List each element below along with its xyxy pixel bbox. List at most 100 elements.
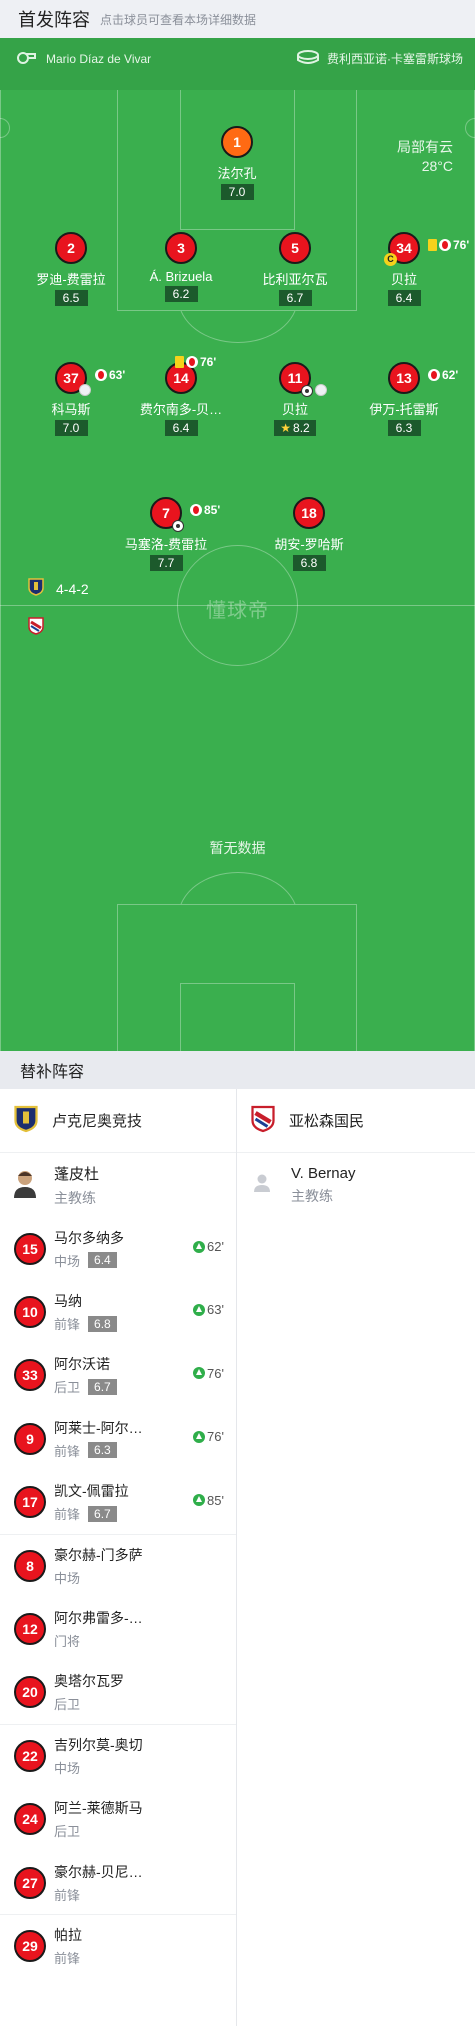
sub-rating: 6.8 <box>88 1315 117 1332</box>
sub-player-24[interactable]: 24 阿兰-莱德斯马 后卫 <box>0 1788 236 1851</box>
player-rating: 6.4 <box>164 420 198 436</box>
player-34[interactable]: 34 C 76' 贝拉 6.4 <box>339 232 469 307</box>
player-name: Á. Brizuela <box>149 269 213 284</box>
player-rating: 8.2 <box>293 421 310 435</box>
sub-name: 吉列尔莫-奥切 <box>54 1737 143 1754</box>
star-icon: ★ <box>280 421 292 435</box>
sub-player-15[interactable]: 15 马尔多纳多 中场 6.4 62' <box>0 1217 236 1280</box>
sub-player-22[interactable]: 22 吉列尔莫-奥切 中场 <box>0 1724 236 1787</box>
sub-position: 中场 <box>54 1571 81 1587</box>
sub-player-33[interactable]: 33 阿尔沃诺 后卫 6.7 76' <box>0 1344 236 1407</box>
sub-player-9[interactable]: 9 阿莱士-阿尔… 前锋 6.3 76' <box>0 1407 236 1470</box>
home-team-name: 卢克尼奥竞技 <box>52 1113 143 1130</box>
sub-position: 后卫 <box>54 1697 81 1713</box>
player-14[interactable]: 14 76' 费尔南多-贝… 6.4 <box>116 355 246 437</box>
player-3[interactable]: 3 Á. Brizuela 6.2 <box>116 232 246 303</box>
coach-avatar <box>14 1168 36 1203</box>
player-name: 贝拉 <box>390 272 417 287</box>
player-number-wrap: 7 85' <box>150 497 220 532</box>
sub-player-10[interactable]: 10 马纳 前锋 6.8 63' <box>0 1280 236 1343</box>
player-13[interactable]: 13 62' 伊万-托雷斯 6.3 <box>339 362 469 437</box>
sub-number: 17 <box>14 1486 46 1519</box>
sub-in-minute: 63' <box>193 1302 224 1317</box>
player-1[interactable]: 1 法尔孔 7.0 <box>172 126 302 201</box>
sub-number: 8 <box>14 1550 46 1583</box>
sub-minute-text: 62' <box>207 1239 224 1254</box>
away-team-row[interactable]: 亚松森国民 <box>237 1089 475 1153</box>
player-18[interactable]: 18 胡安-罗哈斯 6.8 <box>244 497 374 572</box>
away-coach[interactable]: V. Bernay 主教练 <box>237 1153 475 1217</box>
sub-name: 马纳 <box>54 1293 82 1310</box>
player-event: 62' <box>428 361 458 389</box>
default-avatar-icon <box>251 1172 273 1199</box>
bottom-goal-box <box>180 983 295 1051</box>
temperature: 28°C <box>421 158 453 174</box>
sub-position: 后卫 <box>54 1824 81 1840</box>
captain-badge: C <box>384 253 397 266</box>
sub-player-27[interactable]: 27 豪尔赫-贝尼… 前锋 <box>0 1851 236 1914</box>
sub-position: 前锋 <box>54 1317 81 1333</box>
sub-number: 27 <box>14 1866 46 1899</box>
sub-name: 奥塔尔瓦罗 <box>54 1673 124 1690</box>
sub-name: 马尔多纳多 <box>54 1229 124 1246</box>
lineup-title: 首发阵容 <box>18 10 90 30</box>
coach-role: 主教练 <box>54 1189 96 1206</box>
player-rating-wrap: ★ 8.2 <box>274 420 316 436</box>
sub-player-17[interactable]: 17 凯文-佩雷拉 前锋 6.7 85' <box>0 1471 236 1534</box>
sub-number: 10 <box>14 1296 46 1329</box>
yellow-card-icon <box>428 239 437 251</box>
sub-player-8[interactable]: 8 豪尔赫-门多萨 中场 <box>0 1533 236 1597</box>
sub-player-20[interactable]: 20 奥塔尔瓦罗 后卫 <box>0 1661 236 1724</box>
player-event: 76' <box>175 348 216 376</box>
weather: 局部有云 28°C <box>397 138 453 176</box>
sub-in-minute: 76' <box>193 1429 224 1444</box>
sub-out-icon <box>428 369 440 381</box>
player-rating: 7.7 <box>149 555 183 571</box>
player-number: 37 <box>63 370 79 386</box>
sub-position: 门将 <box>54 1634 81 1650</box>
sub-position: 前锋 <box>54 1507 81 1523</box>
player-number-wrap: 13 62' <box>388 362 458 394</box>
player-number: 13 <box>396 370 412 386</box>
sub-position: 前锋 <box>54 1443 81 1459</box>
player-number: 18 <box>293 497 325 529</box>
sub-out-icon <box>439 239 451 251</box>
stadium-icon <box>297 50 319 67</box>
match-info-bar: Mario Díaz de Vivar 费利西亚诺·卡塞雷斯球场 <box>0 38 475 90</box>
subs-section: 卢克尼奥竞技 蓬皮杜 主教练 15 马尔多纳多 中场 6.4 62' 10 马纳 … <box>0 1089 475 2026</box>
sub-player-29[interactable]: 29 帕拉 前锋 <box>0 1914 236 1977</box>
sub-in-minute: 62' <box>193 1239 224 1254</box>
player-number: 11 <box>287 370 303 386</box>
coach-name: 蓬皮杜 <box>54 1165 100 1183</box>
sub-minute-text: 76' <box>207 1365 224 1381</box>
sub-out-icon <box>186 356 198 368</box>
sub-number: 24 <box>14 1803 46 1836</box>
sub-player-12[interactable]: 12 阿尔弗雷多-… 门将 <box>0 1597 236 1660</box>
player-number: 3 <box>165 232 197 264</box>
sub-rating: 6.7 <box>88 1378 117 1395</box>
sub-minute-text: 63' <box>207 1302 224 1318</box>
sub-out-icon <box>190 504 202 516</box>
player-7[interactable]: 7 85' 马塞洛-费雷拉 7.7 <box>101 497 231 572</box>
away-team-name: 亚松森国民 <box>289 1113 365 1130</box>
sub-out-icon <box>95 369 107 381</box>
sub-position: 中场 <box>54 1761 81 1777</box>
lineup-subtitle: 点击球员可查看本场详细数据 <box>100 12 257 27</box>
sub-rating: 6.3 <box>88 1442 117 1459</box>
sub-rating: 6.7 <box>88 1505 117 1522</box>
home-coach[interactable]: 蓬皮杜 主教练 <box>0 1153 236 1217</box>
sub-number: 22 <box>14 1740 46 1773</box>
player-name: 马塞洛-费雷拉 <box>124 537 208 552</box>
home-team-row[interactable]: 卢克尼奥竞技 <box>0 1089 236 1153</box>
sub-position: 前锋 <box>54 1951 81 1967</box>
sub-name: 阿尔沃诺 <box>54 1356 110 1373</box>
player-number-wrap: 14 76' <box>165 355 216 394</box>
player-name: 法尔孔 <box>217 166 257 181</box>
player-event: 76' <box>428 231 469 259</box>
coach-role: 主教练 <box>291 1187 333 1204</box>
sub-name: 凯文-佩雷拉 <box>54 1483 129 1500</box>
home-team-logo-icon <box>14 1105 38 1137</box>
sub-in-icon <box>193 1240 206 1253</box>
sub-in-minute: 76' <box>193 1366 224 1381</box>
sub-name: 豪尔赫-门多萨 <box>54 1547 143 1564</box>
